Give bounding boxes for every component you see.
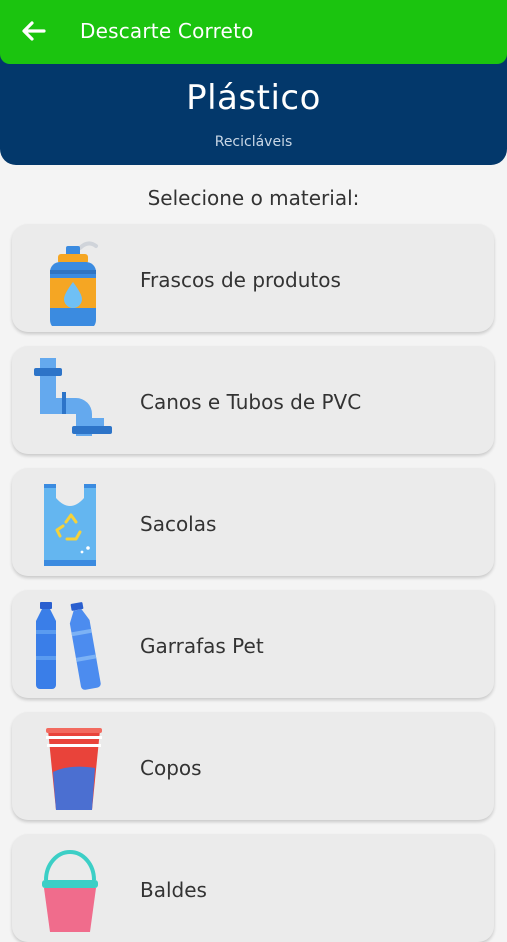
plastic-cups-icon	[46, 728, 102, 810]
material-item-copos[interactable]: Copos	[12, 712, 494, 820]
category-subtitle: Recicláveis	[214, 134, 293, 150]
bucket-icon	[42, 850, 98, 932]
material-item-canos-tubos-pvc[interactable]: Canos e Tubos de PVC	[12, 346, 494, 454]
material-label: Copos	[140, 756, 202, 780]
spray-bottle-icon	[50, 241, 98, 326]
material-label: Baldes	[140, 878, 207, 902]
arrow-left-icon[interactable]	[18, 16, 48, 46]
app-title: Descarte Correto	[80, 19, 254, 43]
plastic-bag-icon	[44, 484, 96, 566]
material-item-baldes[interactable]: Baldes	[12, 834, 494, 942]
material-item-frascos[interactable]: Frascos de produtos	[12, 224, 494, 332]
material-label: Garrafas Pet	[140, 634, 264, 658]
material-item-garrafas-pet[interactable]: Garrafas Pet	[12, 590, 494, 698]
material-item-sacolas[interactable]: Sacolas	[12, 468, 494, 576]
pvc-pipe-icon	[34, 358, 112, 436]
select-material-prompt: Selecione o material:	[147, 186, 360, 210]
app-bar: Descarte Correto	[0, 0, 507, 64]
material-label: Frascos de produtos	[140, 268, 341, 292]
pet-bottles-icon	[36, 602, 101, 690]
category-title: Plástico	[186, 78, 321, 118]
material-label: Canos e Tubos de PVC	[140, 390, 362, 414]
material-label: Sacolas	[140, 512, 217, 536]
